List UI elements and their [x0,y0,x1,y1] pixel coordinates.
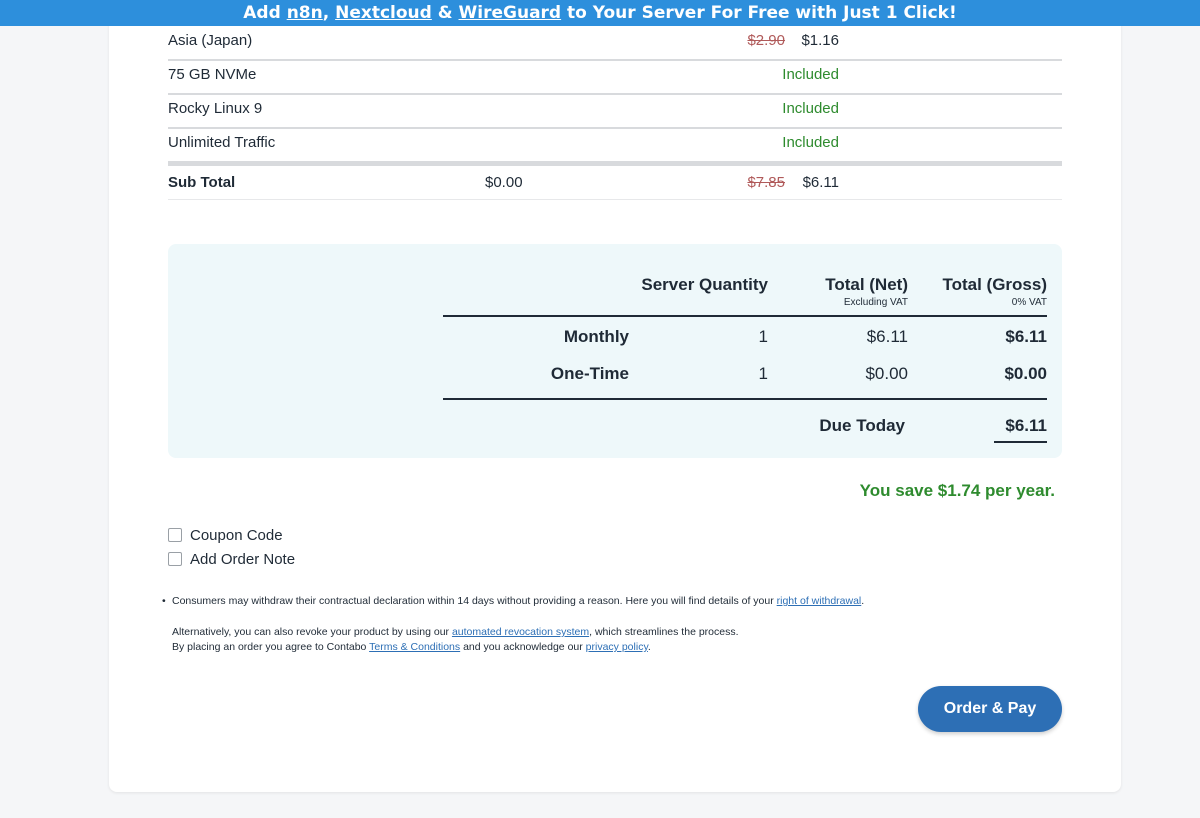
included-label: Included [782,100,839,117]
divider [443,315,1047,317]
subtotal-row: Sub Total $0.00 $7.85 $6.11 [168,166,1062,200]
monthly-quantity: 1 [758,327,768,346]
totals-summary: Server Quantity Total (Net) Excluding VA… [168,244,1062,458]
included-label: Included [782,66,839,83]
privacy-policy-link[interactable]: privacy policy [586,641,648,653]
bullet: • [162,595,166,607]
revocation-system-link[interactable]: automated revocation system [452,626,589,638]
line-item-os: Rocky Linux 9 Included [168,93,1062,129]
line-item-region: Asia (Japan) $2.90 $1.16 [168,25,1062,61]
server-quantity-header: Server Quantity [641,275,768,294]
terms-link[interactable]: Terms & Conditions [369,641,460,653]
savings-message: You save $1.74 per year. [859,481,1055,500]
subtotal-label: Sub Total [168,174,236,191]
subtotal-original-price: $7.85 [747,174,785,191]
coupon-checkbox[interactable] [168,528,182,542]
monthly-gross: $6.11 [1005,327,1047,346]
subtotal-price: $6.11 [802,174,839,191]
order-note-checkbox[interactable] [168,552,182,566]
onetime-quantity: 1 [758,364,768,383]
revocation-notice: Alternatively, you can also revoke your … [172,626,739,638]
n8n-link[interactable]: n8n [287,3,323,23]
line-item-label: Rocky Linux 9 [168,100,263,117]
included-label: Included [782,134,839,151]
monthly-label: Monthly [563,327,629,346]
due-underline [994,441,1047,443]
total-gross-subheader: 0% VAT [1011,297,1047,308]
monthly-net: $6.11 [866,327,908,346]
wireguard-link[interactable]: WireGuard [459,3,562,23]
coupon-label: Coupon Code [190,527,283,544]
total-gross-header: Total (Gross) [942,275,1047,294]
subtotal-onetime: $0.00 [485,174,523,191]
due-today-label: Due Today [819,416,905,435]
total-net-header: Total (Net) [825,275,908,294]
onetime-gross: $0.00 [1004,364,1047,383]
order-and-pay-button[interactable]: Order & Pay [918,686,1062,732]
due-today-value: $6.11 [1005,416,1047,435]
order-note-option[interactable]: Add Order Note [168,551,295,568]
promo-banner: Add n8n, Nextcloud & WireGuard to Your S… [0,0,1200,26]
withdrawal-notice: • Consumers may withdraw their contractu… [162,595,865,607]
onetime-net: $0.00 [865,364,908,383]
order-summary-card: Asia (Japan) $2.90 $1.16 75 GB NVMe Incl… [109,0,1121,792]
onetime-label: One-Time [550,364,629,383]
line-item-label: Unlimited Traffic [168,134,276,151]
total-net-subheader: Excluding VAT [843,297,908,308]
order-note-label: Add Order Note [190,551,296,568]
coupon-code-option[interactable]: Coupon Code [168,527,283,544]
line-item-label: Asia (Japan) [168,32,253,49]
line-item-label: 75 GB NVMe [168,66,257,83]
original-price: $2.90 [747,32,785,49]
discounted-price: $1.16 [801,32,839,49]
divider [443,398,1047,400]
right-of-withdrawal-link[interactable]: right of withdrawal [777,595,862,607]
line-item-traffic: Unlimited Traffic Included [168,127,1062,166]
line-item-storage: 75 GB NVMe Included [168,59,1062,95]
nextcloud-link[interactable]: Nextcloud [335,3,432,23]
terms-notice: By placing an order you agree to Contabo… [172,641,651,653]
